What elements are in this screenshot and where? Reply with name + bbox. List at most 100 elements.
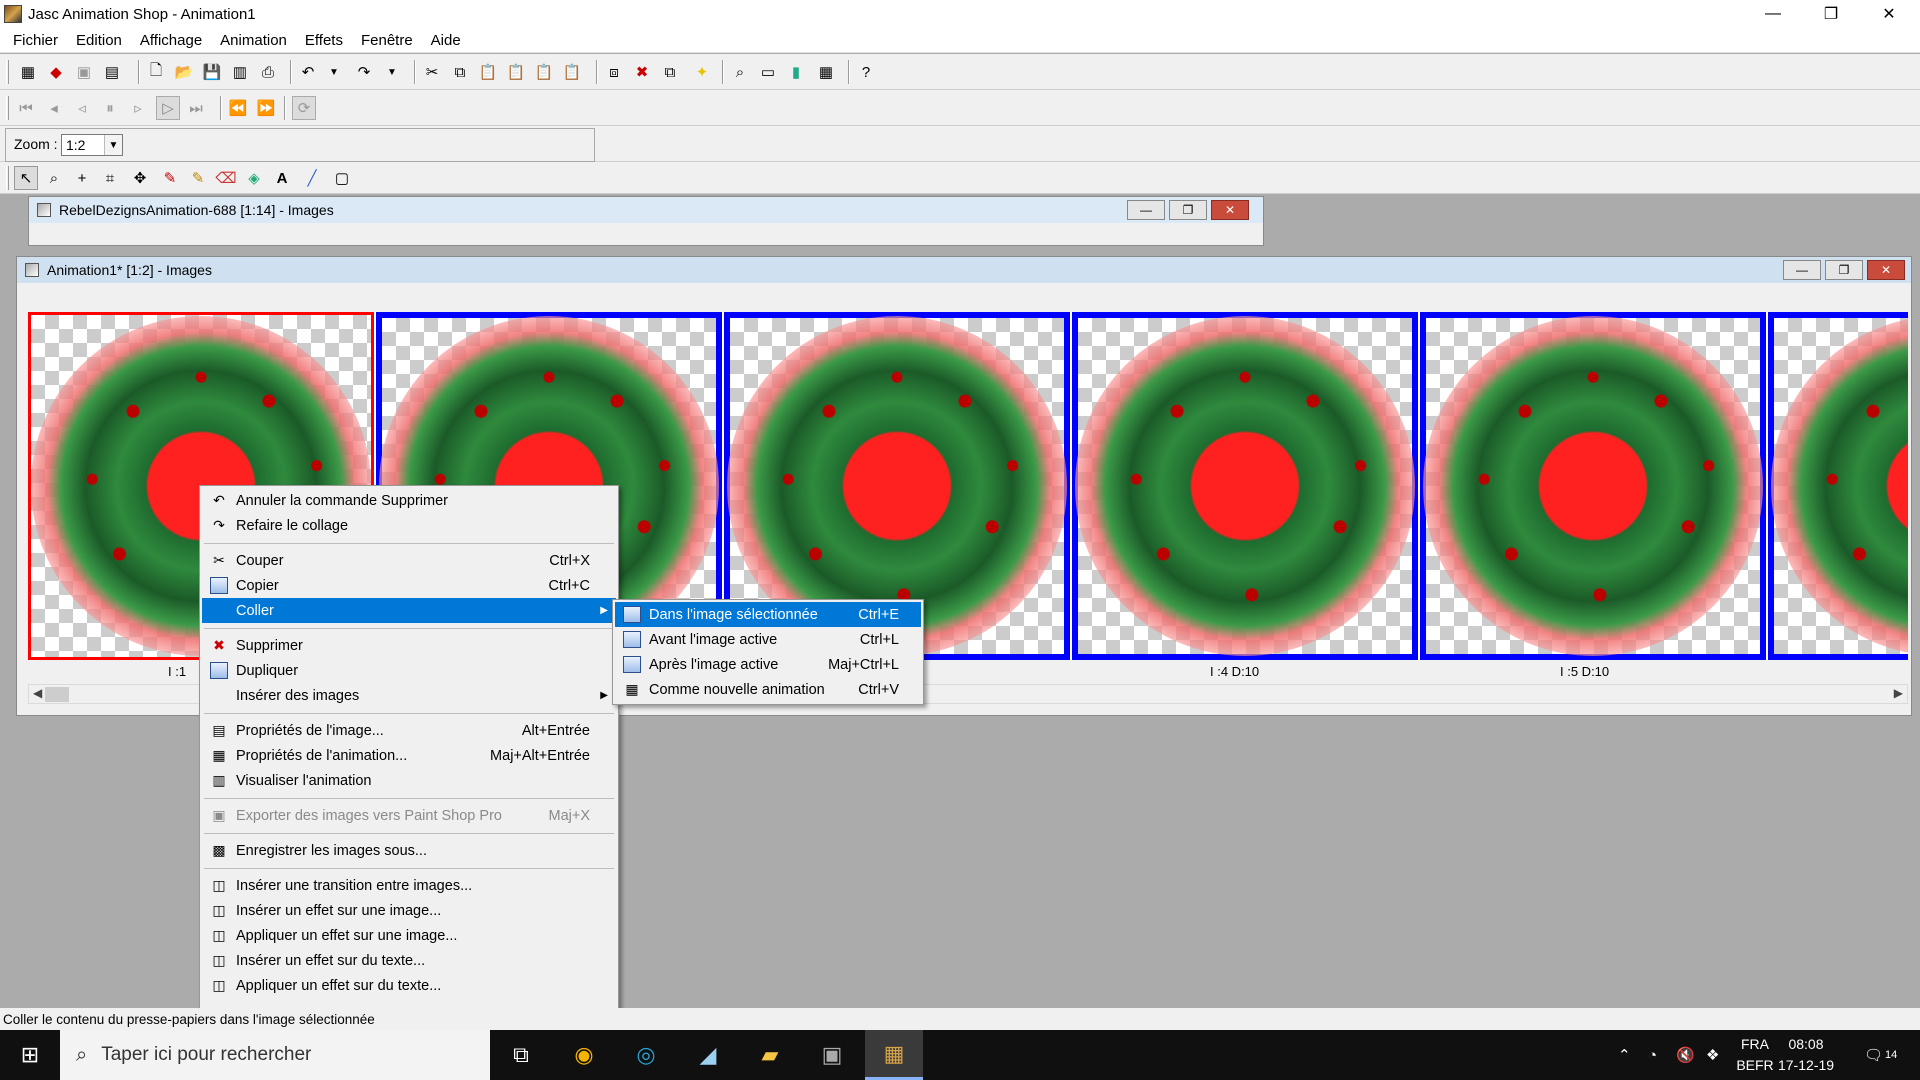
windows-start-icon[interactable]: ⊞ (0, 1030, 60, 1080)
toolbar-grip[interactable] (6, 60, 9, 84)
paste-before-icon[interactable]: 📋 (504, 60, 528, 84)
menu-fenetre[interactable]: Fenêtre (352, 32, 422, 49)
delete-icon[interactable]: ✖ (630, 60, 654, 84)
rectangle-tool-icon[interactable]: ▢ (330, 166, 354, 190)
next-key-icon[interactable]: ⏩ (254, 96, 278, 120)
redo-dropdown-icon[interactable]: ▼ (380, 60, 404, 84)
menu-item-view-animation[interactable]: ▥ Visualiser l'animation (202, 768, 616, 793)
scroll-right-icon[interactable]: ▶ (1894, 686, 1903, 700)
first-frame-icon[interactable]: ⏮ (14, 96, 38, 120)
print-icon[interactable]: ⎙ (256, 60, 280, 84)
chevron-up-icon[interactable]: ⌃ (1618, 1030, 1631, 1080)
duplicate-icon[interactable]: ⧈ (602, 60, 626, 84)
speaker-muted-icon[interactable]: 🔇 (1676, 1030, 1695, 1080)
frame-6[interactable] (1768, 312, 1908, 660)
menu-aide[interactable]: Aide (422, 32, 470, 49)
close-button[interactable]: ✕ (1867, 260, 1905, 280)
highlight-icon[interactable]: ✦ (690, 60, 714, 84)
play-icon[interactable]: ▹ (126, 96, 150, 120)
task-view-icon[interactable]: ⧉ (492, 1030, 550, 1080)
crop-icon[interactable]: ⧉ (658, 60, 682, 84)
toolbar-grip[interactable] (6, 96, 9, 120)
menu-edition[interactable]: Edition (67, 32, 131, 49)
animation-wizard-icon[interactable]: ▦ (16, 60, 40, 84)
paste-icon[interactable]: 📋 (476, 60, 500, 84)
airbrush-tool-icon[interactable]: ✎ (186, 166, 210, 190)
close-button[interactable]: ✕ (1211, 200, 1249, 220)
cut-icon[interactable]: ✂ (420, 60, 444, 84)
vcr-icon[interactable]: ▤ (100, 60, 124, 84)
minimize-button[interactable]: — (1127, 200, 1165, 220)
optimization-wizard-icon[interactable]: ▣ (72, 60, 96, 84)
zoom-tool-icon[interactable]: ⌕ (42, 166, 66, 190)
dropper-tool-icon[interactable]: + (70, 166, 94, 190)
line-tool-icon[interactable]: ╱ (300, 166, 324, 190)
eraser-tool-icon[interactable]: ⌫ (214, 166, 238, 190)
paintbrush-tool-icon[interactable]: ✎ (158, 166, 182, 190)
loop-icon[interactable]: ⟳ (292, 96, 316, 120)
submenu-item-into-selected[interactable]: Dans l'image sélectionnée Ctrl+E (615, 602, 921, 627)
menu-animation[interactable]: Animation (211, 32, 296, 49)
fill-tool-icon[interactable]: ◈ (242, 166, 266, 190)
minimize-button[interactable]: — (1744, 0, 1802, 28)
play-backward-icon[interactable]: ◃ (70, 96, 94, 120)
help-icon[interactable]: ? (854, 60, 878, 84)
save-as-icon[interactable]: ▥ (228, 60, 252, 84)
notifications-icon[interactable]: 🗨 14 (1864, 1030, 1897, 1080)
menu-item-undo-delete[interactable]: ↶ Annuler la commande Supprimer (202, 488, 616, 513)
previous-frame-icon[interactable]: ◂ (42, 96, 66, 120)
undo-dropdown-icon[interactable]: ▼ (322, 60, 346, 84)
network-icon[interactable]: ◔ (1648, 1030, 1657, 1080)
paint-app-icon[interactable]: ◢ (679, 1030, 737, 1080)
submenu-item-after-active[interactable]: Après l'image active Maj+Ctrl+L (615, 652, 921, 677)
overview-icon[interactable]: ▭ (756, 60, 780, 84)
undo-icon[interactable]: ↶ (296, 60, 320, 84)
menu-item-copy[interactable]: Copier Ctrl+C (202, 573, 616, 598)
menu-item-insert-transition[interactable]: ◫ Insérer une transition entre images... (202, 873, 616, 898)
menu-affichage[interactable]: Affichage (131, 32, 211, 49)
magnifier-icon[interactable]: ⌕ (728, 60, 752, 84)
restore-button[interactable]: ❐ (1802, 0, 1860, 28)
crop-tool-icon[interactable]: ⌗ (98, 166, 122, 190)
arrow-tool-icon[interactable]: ↖ (14, 166, 38, 190)
window-titlebar[interactable]: Animation1* [1:2] - Images (17, 257, 1911, 283)
taskbar-search[interactable]: ⌕ Taper ici pour rechercher (60, 1030, 490, 1080)
submenu-item-before-active[interactable]: Avant l'image active Ctrl+L (615, 627, 921, 652)
scroll-left-icon[interactable]: ◀ (33, 686, 42, 700)
chevron-down-icon[interactable]: ▼ (104, 135, 122, 155)
toolbar-grip[interactable] (6, 166, 9, 190)
menu-item-animation-properties[interactable]: ▦ Propriétés de l'animation... Maj+Alt+Ent… (202, 743, 616, 768)
copy-icon[interactable]: ⧉ (448, 60, 472, 84)
menu-fichier[interactable]: Fichier (4, 32, 67, 49)
chrome-icon[interactable]: ◉ (555, 1030, 613, 1080)
dropbox-icon[interactable]: ❖ (1706, 1030, 1719, 1080)
menu-item-redo-paste[interactable]: ↷ Refaire le collage (202, 513, 616, 538)
clock[interactable]: 08:08 17-12-19 (1776, 1034, 1836, 1076)
frame-5[interactable] (1420, 312, 1766, 660)
rebel-animation-window[interactable]: RebelDezignsAnimation-688 [1:14] - Image… (28, 196, 1264, 246)
menu-item-insert-frames[interactable]: Insérer des images ▶ (202, 683, 616, 708)
filmstrip-icon[interactable]: ▦ (814, 60, 838, 84)
menu-item-duplicate[interactable]: Dupliquer (202, 658, 616, 683)
maximize-button[interactable]: ❐ (1825, 260, 1863, 280)
text-tool-icon[interactable]: A (270, 166, 294, 190)
menu-effets[interactable]: Effets (296, 32, 352, 49)
menu-item-save-frames-as[interactable]: ▩ Enregistrer les images sous... (202, 838, 616, 863)
file-explorer-icon[interactable]: ▰ (741, 1030, 799, 1080)
zoom-select[interactable]: 1:2 ▼ (61, 134, 123, 156)
submenu-item-new-animation[interactable]: ▦ Comme nouvelle animation Ctrl+V (615, 677, 921, 702)
previous-key-icon[interactable]: ⏪ (226, 96, 250, 120)
maximize-button[interactable]: ❐ (1169, 200, 1207, 220)
menu-item-insert-image-effect[interactable]: ◫ Insérer un effet sur une image... (202, 898, 616, 923)
open-file-icon[interactable]: 📂 (172, 60, 196, 84)
paste-new-icon[interactable]: 📋 (560, 60, 584, 84)
animation-shop-icon[interactable]: ▦ (865, 1030, 923, 1080)
redo-icon[interactable]: ↷ (352, 60, 376, 84)
paint-shop-pro-icon[interactable]: ▣ (803, 1030, 861, 1080)
last-frame-icon[interactable]: ⏭ (184, 96, 208, 120)
menu-item-frame-properties[interactable]: ▤ Propriétés de l'image... Alt+Entrée (202, 718, 616, 743)
frame-4[interactable] (1072, 312, 1418, 660)
menu-item-paste[interactable]: Coller ▶ (202, 598, 616, 623)
play-forward-icon[interactable]: ▷ (156, 96, 180, 120)
camera-app-icon[interactable]: ◎ (617, 1030, 675, 1080)
